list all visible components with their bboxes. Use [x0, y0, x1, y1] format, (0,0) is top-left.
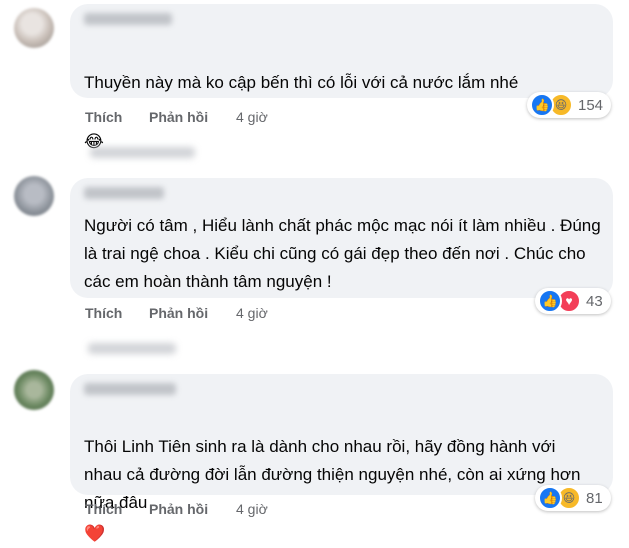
like-button[interactable]: Thích [85, 501, 122, 517]
avatar[interactable] [14, 370, 54, 410]
red-heart-emoji-icon: ❤️ [84, 524, 106, 543]
like-button[interactable]: Thích [85, 305, 122, 321]
reply-button[interactable]: Phản hồi [149, 109, 208, 125]
timestamp[interactable]: 4 giờ [236, 305, 268, 321]
author-name-blurred[interactable] [84, 187, 164, 199]
reply-button[interactable]: Phản hồi [149, 305, 208, 321]
timestamp[interactable]: 4 giờ [236, 109, 268, 125]
avatar[interactable] [14, 8, 54, 48]
reaction-count: 154 [578, 96, 604, 114]
view-replies-blurred[interactable] [90, 147, 195, 158]
like-icon: 👍 [530, 93, 554, 117]
comment-bubble: Thôi Linh Tiên sinh ra là dành cho nhau … [70, 374, 613, 543]
view-replies-blurred[interactable] [88, 343, 176, 354]
like-icon: 👍 [538, 289, 562, 313]
comment-text: Thôi Linh Tiên sinh ra là dành cho nhau … [84, 405, 584, 548]
author-name-blurred[interactable] [84, 13, 172, 25]
timestamp[interactable]: 4 giờ [236, 501, 268, 517]
comment-bubble: Thuyền này mà ko cập bến thì có lỗi với … [70, 4, 613, 151]
like-icon: 👍 [538, 486, 562, 510]
reaction-count: 43 [586, 292, 603, 310]
reaction-summary[interactable]: 👍 ♥ 43 [535, 288, 611, 314]
reaction-count: 81 [586, 489, 603, 507]
comment-text: Thuyền này mà ko cập bến thì có lỗi với … [84, 41, 604, 156]
reaction-summary[interactable]: 👍 😆 154 [527, 92, 612, 118]
avatar[interactable] [14, 176, 54, 216]
author-name-blurred[interactable] [84, 383, 176, 395]
reply-button[interactable]: Phản hồi [149, 501, 208, 517]
reaction-summary[interactable]: 👍 😆 81 [535, 485, 611, 511]
comment-text: Người có tâm , Hiểu lành chất phác mộc m… [84, 216, 601, 291]
like-button[interactable]: Thích [85, 109, 122, 125]
comment-bubble: Người có tâm , Hiểu lành chất phác mộc m… [70, 178, 613, 298]
